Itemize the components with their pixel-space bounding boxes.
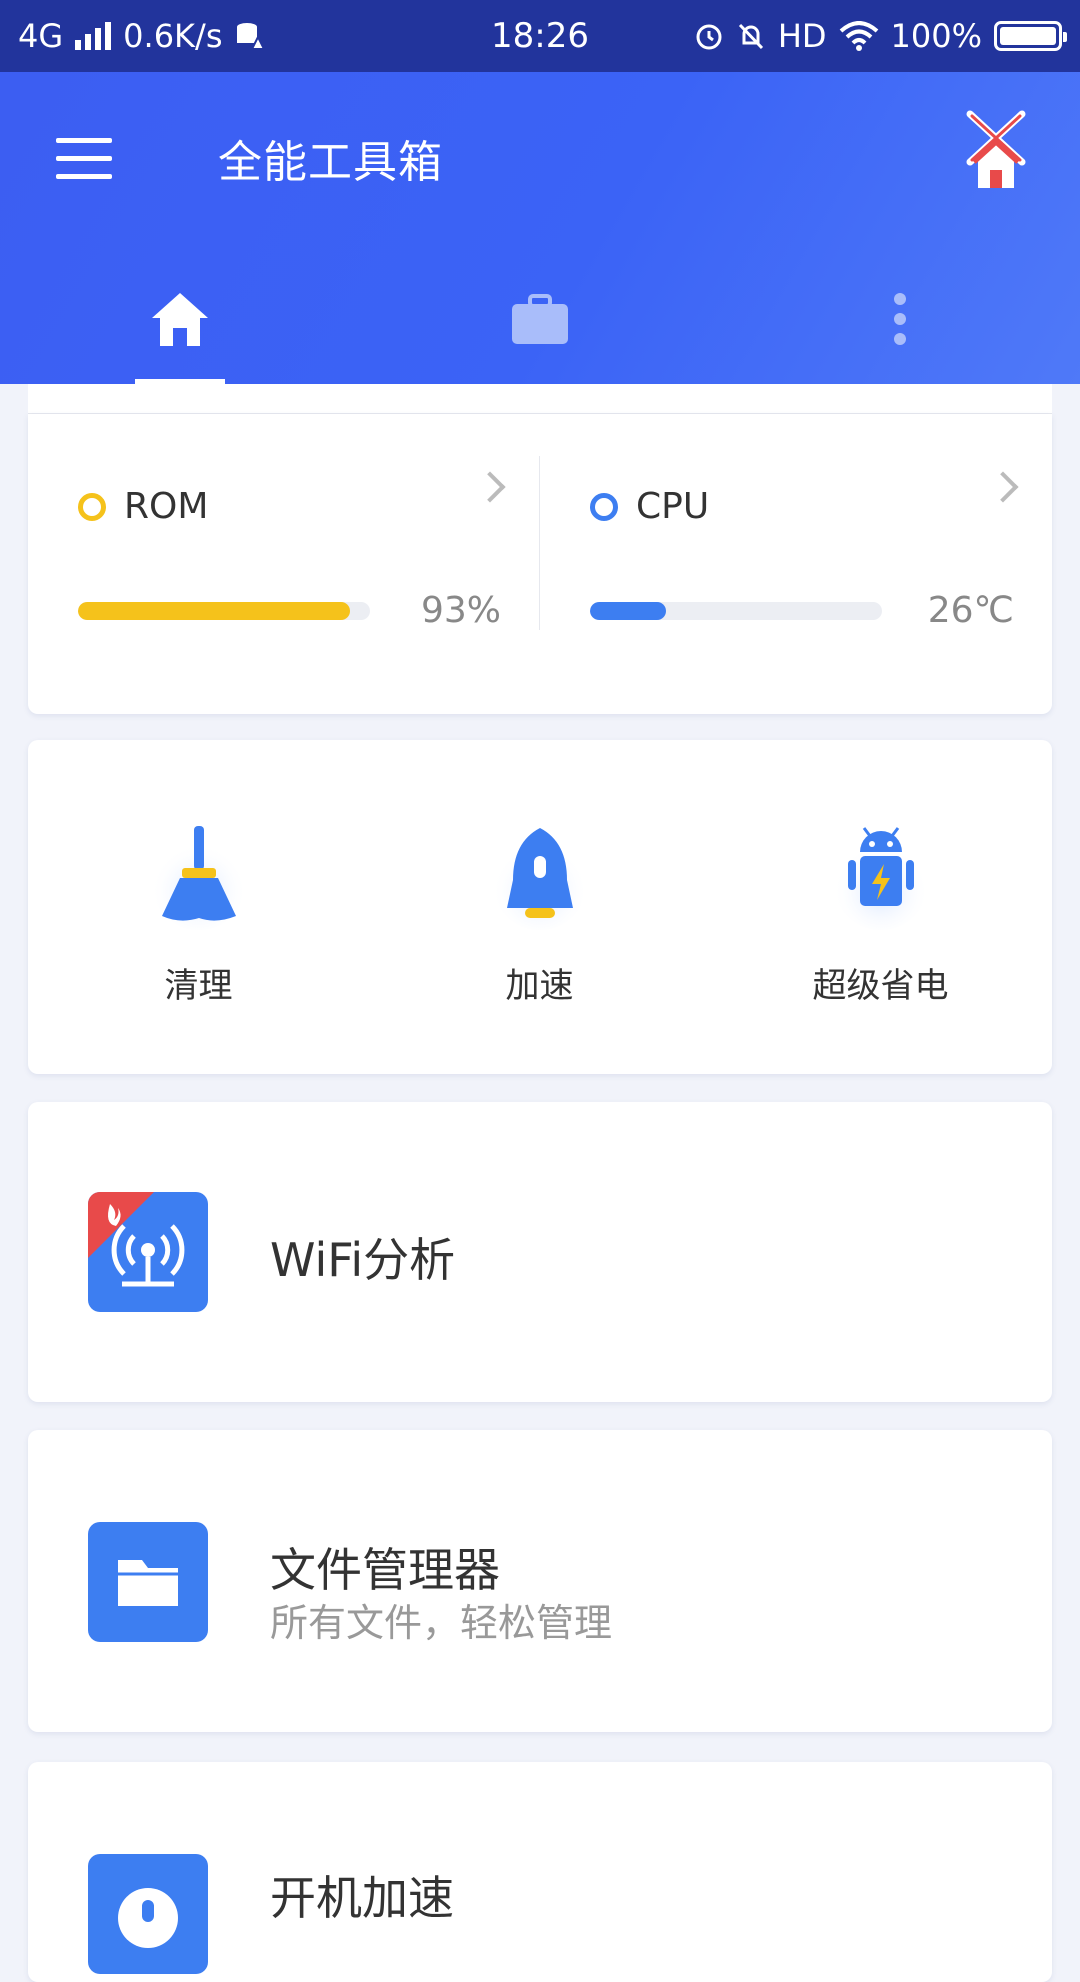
- cpu-value: 26℃: [927, 590, 1014, 631]
- boot-boost-title: 开机加速: [270, 1871, 454, 1925]
- cpu-progress: [590, 602, 882, 620]
- briefcase-icon: [512, 294, 568, 344]
- rom-indicator-icon: [78, 492, 106, 521]
- collapsed-card-edge: [28, 384, 1052, 414]
- file-manager-title: 文件管理器: [270, 1543, 500, 1597]
- file-manager-subtitle: 所有文件，轻松管理: [270, 1601, 613, 1645]
- app-title: 全能工具箱: [218, 137, 443, 188]
- hd-indicator: HD: [777, 17, 827, 55]
- mute-bell-icon: [738, 23, 763, 50]
- folder-icon: [88, 1522, 208, 1642]
- quick-tools-card: 清理 加速 超级省电: [28, 740, 1052, 1074]
- tool-boost[interactable]: 加速: [369, 740, 710, 1074]
- tab-home[interactable]: [0, 254, 360, 384]
- tool-clean[interactable]: 清理: [28, 740, 369, 1074]
- tool-boost-label: 加速: [505, 966, 574, 1006]
- cpu-label: CPU: [636, 486, 710, 527]
- tab-toolbox[interactable]: [360, 254, 720, 384]
- network-speed: 0.6K/s: [123, 17, 223, 55]
- windmill-ad-icon[interactable]: [964, 110, 1028, 188]
- wifi-icon: [839, 21, 878, 51]
- battery-percent: 100%: [890, 17, 982, 55]
- wifi-analysis-title: WiFi分析: [270, 1233, 456, 1287]
- rom-progress: [78, 602, 370, 620]
- tab-bar: [0, 254, 1080, 384]
- status-bar: 4G 0.6K/s 18:26 HD 100%: [0, 0, 1080, 72]
- chevron-right-icon: [987, 471, 1019, 503]
- broom-icon: [150, 826, 247, 930]
- cpu-stat[interactable]: CPU 26℃: [540, 414, 1052, 714]
- signal-icon: [75, 22, 112, 50]
- more-vertical-icon: [894, 293, 906, 345]
- wifi-analysis-card[interactable]: WiFi分析: [28, 1102, 1052, 1402]
- boot-boost-card[interactable]: 开机加速: [28, 1762, 1052, 1982]
- data-saver-icon: [237, 23, 265, 50]
- rom-value: 93%: [420, 590, 501, 631]
- rom-label: ROM: [124, 486, 209, 527]
- tool-power-save-label: 超级省电: [812, 966, 949, 1006]
- chevron-right-icon: [474, 471, 506, 503]
- boot-boost-icon: [88, 1854, 208, 1974]
- wifi-analysis-icon: [88, 1192, 208, 1312]
- tab-more[interactable]: [720, 254, 1080, 384]
- home-icon: [152, 293, 208, 346]
- rom-stat[interactable]: ROM 93%: [28, 414, 539, 714]
- device-stats-card: ROM 93% CPU 26℃: [28, 414, 1052, 714]
- tool-clean-label: 清理: [164, 966, 233, 1006]
- rocket-icon: [491, 828, 588, 930]
- file-manager-card[interactable]: 文件管理器 所有文件，轻松管理: [28, 1430, 1052, 1732]
- menu-button[interactable]: [56, 138, 112, 182]
- tool-power-save[interactable]: 超级省电: [710, 740, 1051, 1074]
- network-type: 4G: [18, 17, 64, 55]
- battery-icon: [994, 21, 1067, 51]
- android-battery-icon: [832, 827, 929, 930]
- cpu-indicator-icon: [590, 492, 618, 521]
- alarm-icon: [696, 24, 722, 50]
- app-header: 全能工具箱: [0, 72, 1080, 384]
